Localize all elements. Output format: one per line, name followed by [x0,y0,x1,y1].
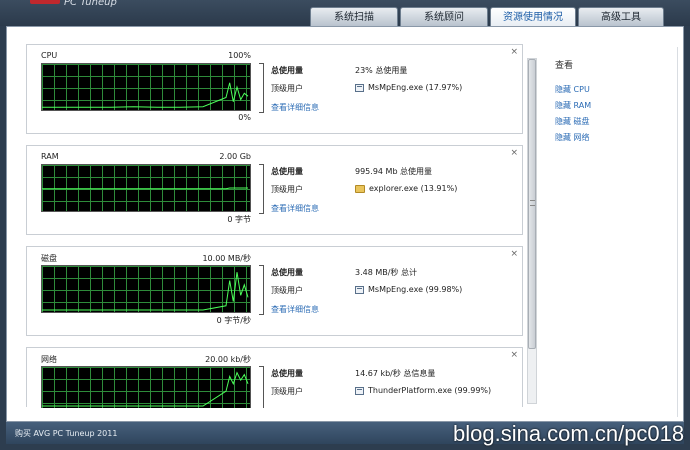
graph-max-label: 20.00 kb/秒 [205,355,251,364]
folder-icon [355,184,365,193]
ram-usage-graph [41,164,251,212]
watermark: blog.sina.com.cn/pc018 [453,421,685,446]
vertical-scrollbar[interactable] [527,58,537,404]
hide-disk-link[interactable]: 隐藏 磁盘 [555,116,590,127]
view-section-title: 查看 [555,61,574,71]
top-user-process: MsMpEng.exe (99.98%) [368,285,463,294]
view-details-link[interactable]: 查看详细信息 [271,102,319,113]
cpu-card: CPU 100% 0% 总使用量 顶级用户 查看详细信息 23% 总使用量 Ms… [26,44,523,134]
graph-max-label: 2.00 Gb [219,152,251,161]
usage-line [42,272,249,311]
close-icon[interactable]: × [510,249,518,259]
top-user-value: explorer.exe (13.91%) [355,184,457,193]
cpu-usage-graph [41,63,251,111]
resource-usage-panel: CPU 100% 0% 总使用量 顶级用户 查看详细信息 23% 总使用量 Ms… [6,26,684,422]
total-usage-key: 总使用量 [271,66,303,75]
top-user-key: 顶级用户 [271,84,303,93]
bracket-divider [259,63,264,113]
total-usage-key: 总使用量 [271,268,303,277]
top-user-value: MsMpEng.exe (99.98%) [355,285,462,294]
total-usage-value: 14.67 kb/秒 总信息量 [355,369,436,378]
top-user-process: ThunderPlatform.exe (99.99%) [368,386,492,395]
total-usage-key: 总使用量 [271,167,303,176]
tab-resource-usage[interactable]: 资源使用情况 [490,7,576,27]
card-label: 磁盘 [41,254,57,263]
top-user-key: 顶级用户 [271,387,303,396]
process-icon [355,83,364,92]
card-label: CPU [41,51,58,60]
avg-logo [30,0,60,4]
disk-usage-graph [41,265,251,313]
total-usage-value: 23% 总使用量 [355,66,408,75]
tab-system-scan[interactable]: 系统扫描 [310,7,398,26]
usage-line [42,82,249,108]
process-icon [355,386,364,395]
usage-line-chart [42,272,249,311]
top-user-key: 顶级用户 [271,286,303,295]
usage-line-chart [42,371,249,407]
view-details-link[interactable]: 查看详细信息 [271,203,319,214]
scrollbar-thumb[interactable] [528,59,536,349]
tab-system-advisor[interactable]: 系统顾问 [400,7,488,26]
tab-advanced-tools[interactable]: 高级工具 [578,7,664,26]
bracket-divider [259,164,264,214]
card-label: RAM [41,152,59,161]
tab-bar: 系统扫描 系统顾问 资源使用情况 高级工具 [310,7,664,27]
hide-cpu-link[interactable]: 隐藏 CPU [555,84,590,95]
usage-line-chart [42,82,249,108]
grip-icon [530,200,535,206]
usage-line [42,371,249,407]
top-user-value: MsMpEng.exe (17.97%) [355,83,462,92]
top-user-key: 顶级用户 [271,185,303,194]
buy-link[interactable]: 购买 AVG PC Tuneup 2011 [15,428,117,439]
graph-min-label: 0% [238,113,251,122]
close-icon[interactable]: × [510,350,518,360]
top-user-process: explorer.exe (13.91%) [369,184,458,193]
top-user-value: ThunderPlatform.exe (99.99%) [355,386,491,395]
top-user-process: MsMpEng.exe (17.97%) [368,83,463,92]
total-usage-key: 总使用量 [271,369,303,378]
total-usage-value: 995.94 Mb 总使用量 [355,167,433,176]
sidebar-divider [677,47,678,417]
card-label: 网络 [41,355,57,364]
network-usage-graph [41,366,251,408]
usage-line [42,187,248,190]
title-bar: PC Tuneup 系统扫描 系统顾问 资源使用情况 高级工具 [0,0,690,27]
process-icon [355,285,364,294]
usage-line-chart [42,187,248,190]
hide-network-link[interactable]: 隐藏 网络 [555,132,590,143]
graph-min-label: 0 字节 [227,215,251,224]
bracket-divider [259,366,264,408]
app-title: PC Tuneup [64,0,117,8]
hide-ram-link[interactable]: 隐藏 RAM [555,100,591,111]
ram-card: RAM 2.00 Gb 0 字节 总使用量 顶级用户 查看详细信息 995.94… [26,145,523,235]
close-icon[interactable]: × [510,47,518,57]
bracket-divider [259,265,264,315]
view-details-link[interactable]: 查看详细信息 [271,304,319,315]
graph-max-label: 100% [228,51,251,60]
total-usage-value: 3.48 MB/秒 总计 [355,268,417,277]
graph-min-label: 0 字节/秒 [216,316,251,325]
network-card: 网络 20.00 kb/秒 总使用量 顶级用户 14.67 kb/秒 总信息量 … [26,347,523,408]
graph-max-label: 10.00 MB/秒 [202,254,251,263]
disk-card: 磁盘 10.00 MB/秒 0 字节/秒 总使用量 顶级用户 查看详细信息 3.… [26,246,523,336]
close-icon[interactable]: × [510,148,518,158]
